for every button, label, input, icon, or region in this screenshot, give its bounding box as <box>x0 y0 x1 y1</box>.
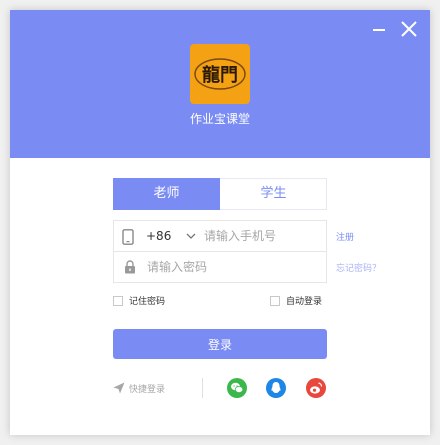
weibo-login-button[interactable] <box>306 378 326 398</box>
tab-student[interactable]: 学生 <box>220 178 327 210</box>
login-window: 龍門 作业宝课堂 老师 学生 +86 注册 忘记密码？ 记住密码 <box>10 10 430 435</box>
country-code[interactable]: +86 <box>146 221 171 251</box>
password-input[interactable] <box>147 252 317 282</box>
password-field <box>113 251 327 283</box>
register-link[interactable]: 注册 <box>336 230 354 243</box>
wechat-icon <box>231 382 244 393</box>
logo-text: 龍門 <box>202 64 238 86</box>
mobile-phone-icon <box>122 229 134 245</box>
tab-teacher[interactable]: 老师 <box>113 178 220 210</box>
phone-input[interactable] <box>204 221 322 251</box>
lock-icon <box>125 260 135 274</box>
send-icon <box>113 382 125 394</box>
quick-login-label: 快捷登录 <box>129 385 166 395</box>
role-tabs: 老师 学生 <box>113 178 327 210</box>
remember-password-checkbox[interactable]: 记住密码 <box>113 295 183 309</box>
forgot-password-link[interactable]: 忘记密码？ <box>336 261 381 274</box>
app-name: 作业宝课堂 <box>189 112 250 126</box>
chevron-down-icon[interactable] <box>186 232 196 240</box>
weibo-icon <box>310 382 323 394</box>
logo-emblem: 龍門 <box>194 58 246 90</box>
phone-field: +86 <box>113 220 327 252</box>
qq-icon <box>271 382 281 393</box>
close-icon <box>401 21 417 37</box>
close-button[interactable] <box>398 18 420 40</box>
login-button[interactable]: 登录 <box>113 329 327 359</box>
auto-login-label: 自动登录 <box>286 297 323 307</box>
remember-password-label: 记住密码 <box>129 297 166 307</box>
divider <box>202 378 203 398</box>
app-logo: 龍門 <box>190 44 250 104</box>
checkbox-box[interactable] <box>270 296 280 306</box>
wechat-login-button[interactable] <box>227 378 247 398</box>
checkbox-box[interactable] <box>113 296 123 306</box>
qq-login-button[interactable] <box>266 378 286 398</box>
auto-login-checkbox[interactable]: 自动登录 <box>270 295 340 309</box>
header-banner: 龍門 作业宝课堂 <box>10 10 430 158</box>
minimize-button[interactable] <box>368 18 390 40</box>
